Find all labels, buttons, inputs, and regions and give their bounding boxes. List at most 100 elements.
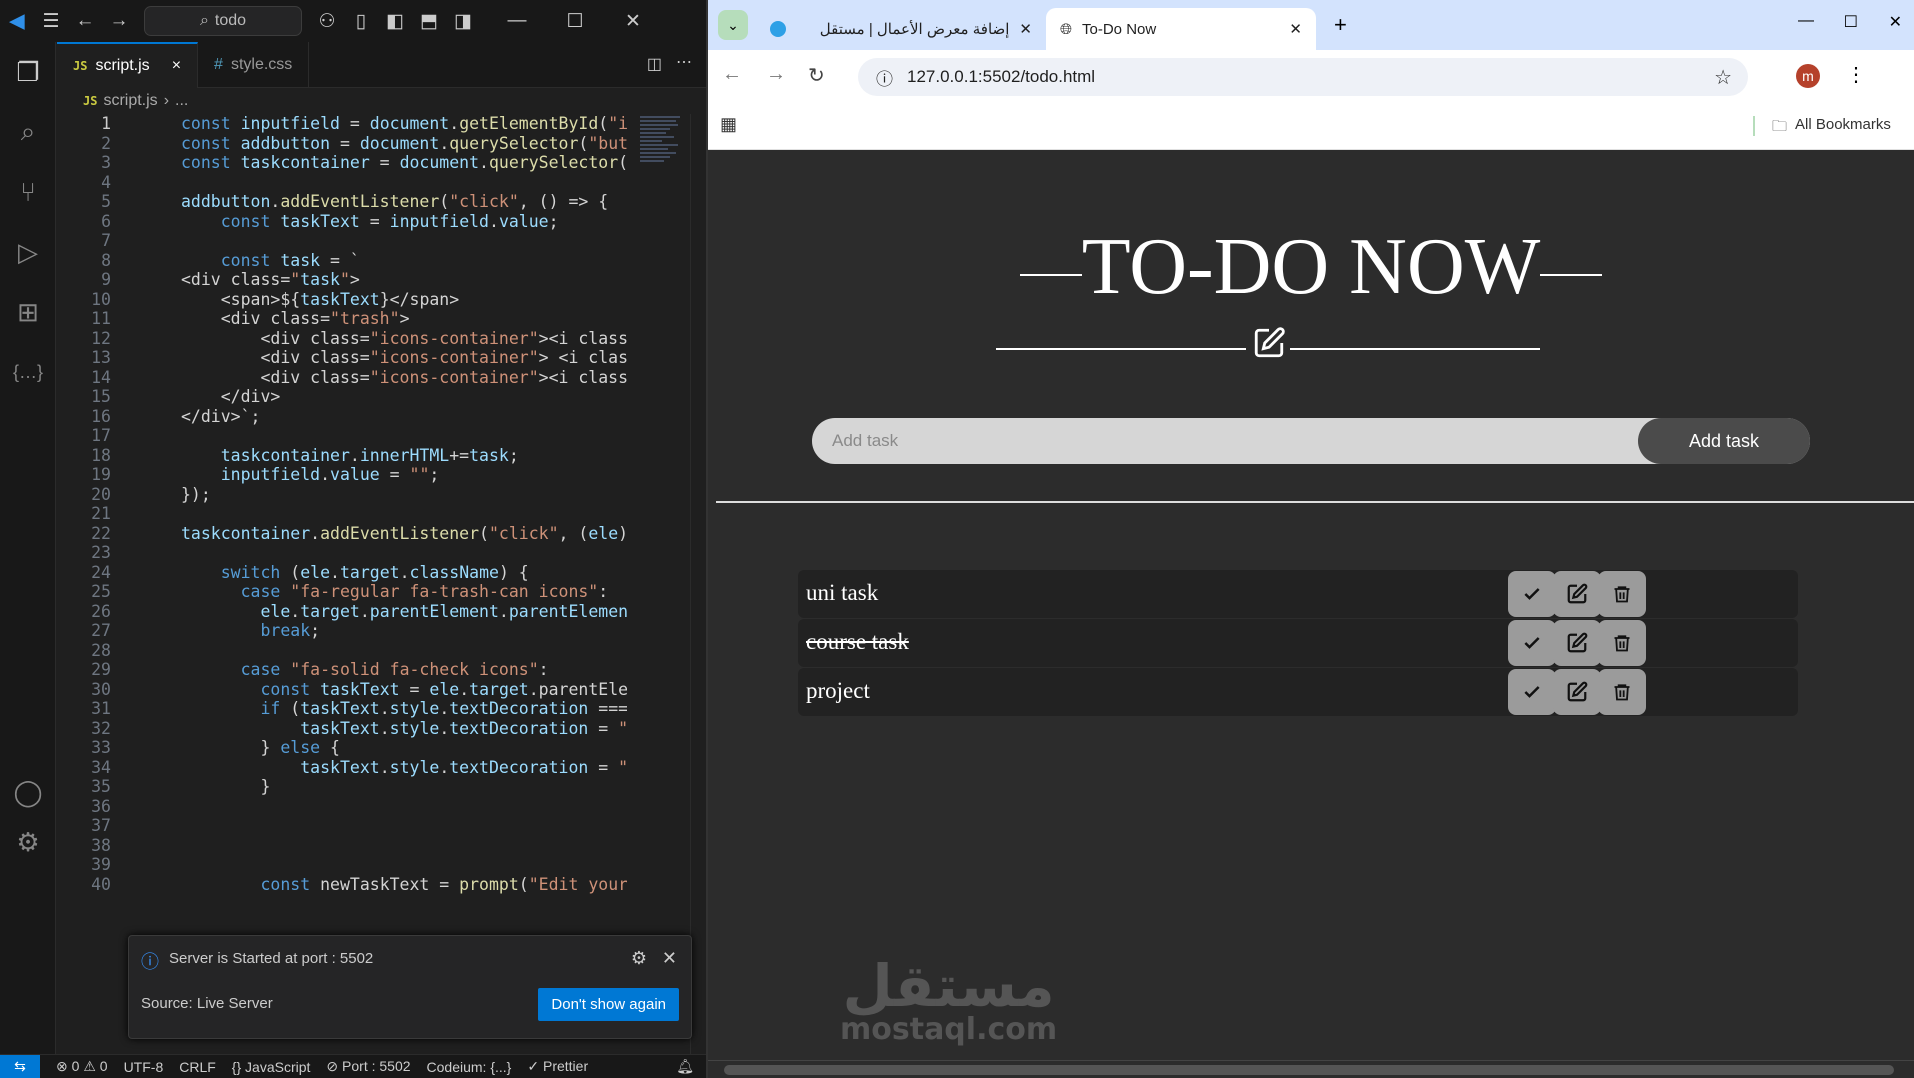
language-status[interactable]: {} JavaScript <box>232 1059 311 1075</box>
json-tools-icon[interactable]: {…} <box>0 342 56 402</box>
line-number: 3 <box>101 153 111 172</box>
edit-task-button[interactable] <box>1553 571 1601 617</box>
split-editor-icon[interactable]: ◫ <box>647 54 662 74</box>
notification-close-icon[interactable]: ✕ <box>662 948 677 969</box>
language-label: JavaScript <box>245 1058 311 1075</box>
run-debug-icon[interactable]: ▷ <box>0 222 56 282</box>
code-line: <span>${taskText}</span> <box>181 289 460 309</box>
browser-back-icon[interactable]: ← <box>722 63 742 86</box>
activity-bar: ❐ ⌕ ⑂ ▷ ⊞ {…} ◯ ⚙ <box>0 42 56 1054</box>
complete-task-button[interactable] <box>1508 571 1556 617</box>
folder-icon: 🗀 <box>1772 118 1788 135</box>
close-icon[interactable]: ✕ <box>616 10 650 33</box>
complete-task-button[interactable] <box>1508 669 1556 715</box>
delete-task-button[interactable] <box>1598 620 1646 666</box>
complete-task-button[interactable] <box>1508 620 1556 666</box>
warning-count: 0 <box>99 1058 108 1074</box>
toggle-secondary-sidebar-icon[interactable]: ◨ <box>446 10 480 33</box>
dont-show-again-button[interactable]: Don't show again <box>538 988 679 1021</box>
site-info-icon[interactable]: ⓘ <box>876 65 893 90</box>
maximize-icon[interactable]: ☐ <box>558 10 592 33</box>
tab-search-chevron-icon[interactable]: ⌄ <box>718 10 748 40</box>
browser-close-icon[interactable]: ✕ <box>1889 12 1902 32</box>
all-bookmarks[interactable]: 🗀 All Bookmarks <box>1772 116 1891 141</box>
code-line: inputfield.value = ""; <box>220 465 440 484</box>
section-separator <box>716 501 1914 503</box>
explorer-icon[interactable]: ❐ <box>0 42 56 102</box>
forward-arrow-icon[interactable]: → <box>102 10 136 32</box>
delete-task-button[interactable] <box>1598 571 1646 617</box>
browser-tab-mostaql[interactable]: إضافة معرض الأعمال | مستقل ✕ <box>756 8 1046 50</box>
menu-icon[interactable]: ☰ <box>34 10 68 33</box>
braces-icon: {} <box>231 1058 242 1075</box>
tab-label: style.css <box>230 56 293 73</box>
eol-status[interactable]: CRLF <box>179 1059 216 1075</box>
vscode-logo-icon: ◀ <box>9 10 25 32</box>
breadcrumb-file[interactable]: script.js <box>103 92 157 110</box>
apps-grid-icon[interactable]: ▦ <box>720 114 737 135</box>
back-arrow-icon[interactable]: ← <box>68 10 102 32</box>
bookmark-star-icon[interactable]: ☆ <box>1714 65 1732 90</box>
browser-maximize-icon[interactable]: ☐ <box>1844 12 1858 32</box>
delete-task-button[interactable] <box>1598 669 1646 715</box>
notifications-bell-icon[interactable]: 🔔︎ <box>676 1058 694 1075</box>
command-center-search[interactable]: ⌕ todo <box>144 6 302 36</box>
breadcrumb-rest[interactable]: ... <box>175 92 188 110</box>
minimap[interactable] <box>640 114 690 214</box>
scrollbar-thumb[interactable] <box>724 1065 1894 1075</box>
source-control-icon[interactable]: ⑂ <box>0 162 56 222</box>
port-status[interactable]: ⊘ Port : 5502 <box>326 1058 410 1075</box>
tab-script-js[interactable]: JS script.js × <box>57 42 199 88</box>
page-horizontal-scrollbar[interactable] <box>708 1060 1914 1078</box>
manage-gear-icon[interactable]: ⚙ <box>0 812 56 872</box>
more-actions-icon[interactable]: ⋯ <box>676 52 692 72</box>
layout-icon[interactable]: ▯ <box>344 10 378 33</box>
code-editor[interactable]: 1 const inputfield = document.getElementB… <box>57 114 627 1054</box>
bookmarks-bar: ▦ 🗀 All Bookmarks <box>708 102 1914 150</box>
edit-task-button[interactable] <box>1553 669 1601 715</box>
browser-window: ⌄ إضافة معرض الأعمال | مستقل ✕ 🌐︎ To-Do … <box>708 0 1914 1078</box>
browser-minimize-icon[interactable]: — <box>1798 12 1814 30</box>
browser-tab-todo[interactable]: 🌐︎ To-Do Now ✕ <box>1046 8 1316 50</box>
codeium-status[interactable]: Codeium: {...} <box>427 1059 512 1075</box>
extensions-icon[interactable]: ⊞ <box>0 282 56 342</box>
browser-tab-label: To-Do Now <box>1082 20 1157 38</box>
editor-scrollbar[interactable] <box>690 114 704 1054</box>
address-bar[interactable]: ⓘ 127.0.0.1:5502/todo.html ☆ <box>858 58 1748 96</box>
info-icon: ⓘ <box>141 952 159 972</box>
trash-icon <box>1612 681 1632 703</box>
notification-gear-icon[interactable]: ⚙ <box>631 948 647 969</box>
browser-menu-icon[interactable]: ⋮ <box>1846 62 1866 87</box>
line-number: 35 <box>91 777 111 796</box>
line-number: 19 <box>91 465 111 484</box>
mostaql-watermark: مستقل mostaql.com <box>840 957 1057 1046</box>
line-number: 30 <box>91 679 111 699</box>
copilot-icon[interactable]: ⚇ <box>310 10 344 33</box>
new-tab-icon[interactable]: + <box>1334 12 1347 38</box>
line-number: 10 <box>91 289 111 309</box>
toggle-sidebar-icon[interactable]: ◧ <box>378 10 412 33</box>
line-number: 13 <box>91 348 111 367</box>
browser-forward-icon[interactable]: → <box>766 63 786 86</box>
add-task-button[interactable]: Add task <box>1638 418 1810 464</box>
javascript-file-icon: JS <box>73 59 88 73</box>
problems-status[interactable]: ⊗ 0 ⚠ 0 <box>56 1058 108 1075</box>
browser-tab-close-icon[interactable]: ✕ <box>1289 20 1302 38</box>
browser-tab-close-icon[interactable]: ✕ <box>1019 20 1032 38</box>
prettier-status[interactable]: ✓ Prettier <box>527 1058 588 1075</box>
minimize-icon[interactable]: — <box>500 10 534 32</box>
line-number: 24 <box>91 562 111 582</box>
remote-indicator-icon[interactable]: ⇆ <box>0 1054 40 1078</box>
line-number: 14 <box>91 367 111 387</box>
encoding-status[interactable]: UTF-8 <box>124 1059 164 1075</box>
toggle-panel-icon[interactable]: ⬒ <box>412 10 446 33</box>
tab-style-css[interactable]: # style.css <box>198 42 310 88</box>
edit-icon <box>1566 632 1588 654</box>
search-icon: ⌕ <box>199 12 209 29</box>
reload-icon[interactable]: ↻ <box>808 63 825 88</box>
code-line: } else { <box>181 738 340 757</box>
edit-task-button[interactable] <box>1553 620 1601 666</box>
profile-avatar[interactable]: m <box>1796 64 1820 88</box>
search-icon[interactable]: ⌕ <box>0 102 56 162</box>
tab-close-icon[interactable]: × <box>172 57 181 75</box>
